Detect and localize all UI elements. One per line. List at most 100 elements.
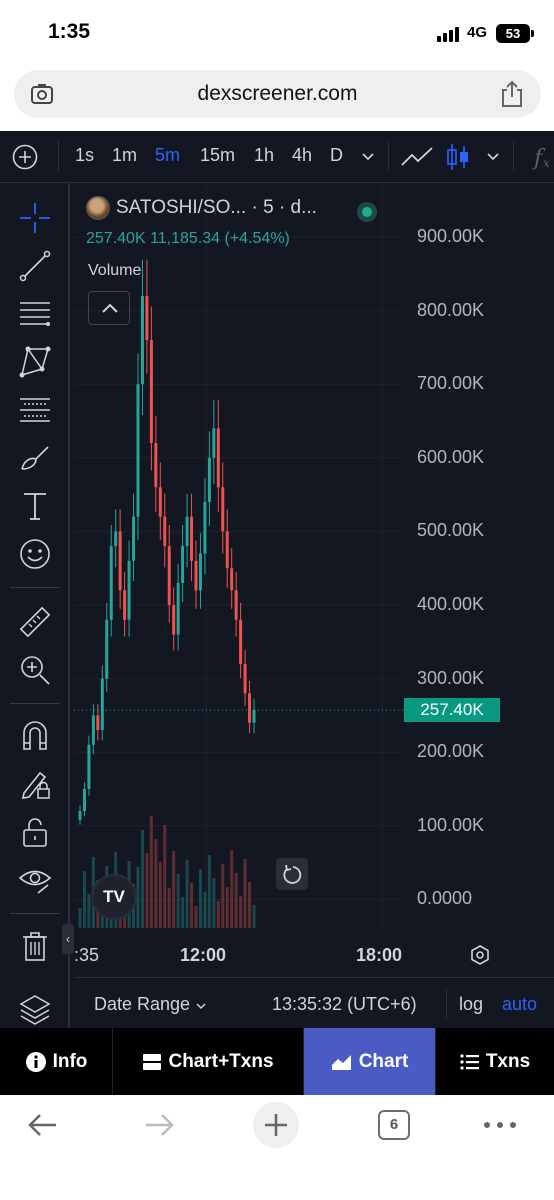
candle-body xyxy=(127,560,131,620)
volume-bar xyxy=(248,882,252,928)
chevron-down-icon[interactable] xyxy=(361,152,375,162)
candle-body xyxy=(207,457,211,502)
unlock-icon[interactable] xyxy=(18,815,52,849)
volume-bar xyxy=(230,850,234,928)
price-tick: 200.00K xyxy=(417,741,485,762)
price-tick: 900.00K xyxy=(417,226,485,246)
line-chart-icon[interactable] xyxy=(400,145,434,169)
price-tick: 800.00K xyxy=(417,299,485,320)
tab-txns[interactable]: Txns xyxy=(436,1028,554,1095)
network-label: 4G xyxy=(467,24,488,41)
url-text[interactable]: dexscreener.com xyxy=(14,82,541,106)
info-icon xyxy=(25,1051,46,1072)
volume-bar xyxy=(212,878,216,928)
projection-icon[interactable] xyxy=(18,393,52,427)
tab-count-button[interactable]: 6 xyxy=(378,1110,410,1140)
volume-bar xyxy=(181,897,185,928)
tab-info[interactable]: Info xyxy=(0,1028,113,1095)
lock-drawing-icon[interactable] xyxy=(18,767,52,801)
tab-chart[interactable]: Chart xyxy=(304,1028,436,1095)
interval-d[interactable]: D xyxy=(330,145,343,166)
fib-retracement-icon[interactable] xyxy=(18,297,52,331)
interval-1h[interactable]: 1h xyxy=(254,145,274,166)
chevron-down-icon[interactable] xyxy=(486,152,500,162)
pattern-icon[interactable] xyxy=(18,345,52,379)
log-scale-button[interactable]: log xyxy=(459,994,483,1015)
new-tab-button[interactable] xyxy=(253,1102,299,1148)
candle-body xyxy=(78,811,82,820)
chevron-down-icon xyxy=(196,1003,206,1010)
date-range-button[interactable]: Date Range xyxy=(94,994,207,1015)
price-tick: 700.00K xyxy=(417,373,485,394)
eye-icon[interactable] xyxy=(18,863,52,897)
text-icon[interactable] xyxy=(18,489,52,523)
candle-body xyxy=(216,428,220,488)
emoji-icon[interactable] xyxy=(18,537,52,571)
trash-icon[interactable] xyxy=(18,929,52,963)
trend-line-icon[interactable] xyxy=(18,249,52,283)
chart-txns-icon xyxy=(143,1053,162,1070)
add-symbol-icon[interactable] xyxy=(12,144,38,170)
candle-body xyxy=(109,546,113,620)
candle-body xyxy=(91,715,95,745)
interval-1s[interactable]: 1s xyxy=(75,145,94,166)
candle-body xyxy=(203,501,207,554)
candle-body xyxy=(230,568,234,591)
ruler-icon[interactable] xyxy=(18,605,52,639)
volume-bar xyxy=(203,892,207,928)
candle-body xyxy=(239,619,243,664)
share-icon[interactable] xyxy=(499,80,525,108)
volume-bar xyxy=(185,860,189,928)
layers-icon[interactable] xyxy=(18,993,52,1027)
zoom-in-icon[interactable] xyxy=(18,653,52,687)
interval-15m[interactable]: 15m xyxy=(200,145,235,166)
svg-text:x: x xyxy=(543,156,550,170)
volume-bar xyxy=(216,901,220,928)
more-icon[interactable] xyxy=(483,1121,517,1129)
interval-4h[interactable]: 4h xyxy=(292,145,312,166)
volume-bar xyxy=(172,851,176,928)
brush-icon[interactable] xyxy=(18,441,52,475)
price-tick: 500.00K xyxy=(417,520,485,541)
status-bar: 1:35 4G 53 xyxy=(0,0,554,66)
drawing-toolbar xyxy=(0,183,70,1043)
tab-chart-txns[interactable]: Chart+Txns xyxy=(113,1028,304,1095)
reset-chart-button[interactable] xyxy=(276,858,308,890)
candle-body xyxy=(149,340,153,444)
candle-body xyxy=(181,546,185,583)
pair-legend[interactable]: SATOSHI/SO... · 5 · d... xyxy=(86,196,317,220)
candle-body xyxy=(145,295,149,341)
volume-bar xyxy=(140,830,144,928)
candle-body xyxy=(243,663,247,694)
magnet-icon[interactable] xyxy=(18,719,52,753)
candle-body xyxy=(114,531,118,547)
settings-hex-icon[interactable] xyxy=(470,944,490,966)
candle-body xyxy=(105,619,109,679)
chevron-up-icon xyxy=(102,303,118,313)
tab-chart-txns-label: Chart+Txns xyxy=(168,1050,274,1072)
crosshair-icon[interactable] xyxy=(18,201,52,235)
date-range-label: Date Range xyxy=(94,994,191,1014)
time-tick: 18:00 xyxy=(356,945,403,965)
back-arrow-icon[interactable] xyxy=(26,1111,58,1139)
collapse-toolbar-tab[interactable]: ‹ xyxy=(62,924,74,954)
candle-body xyxy=(87,744,91,789)
indicators-icon[interactable]: f x xyxy=(530,143,554,171)
collapse-legend-button[interactable] xyxy=(88,291,130,325)
url-bar[interactable]: dexscreener.com xyxy=(14,70,541,118)
candle-body xyxy=(198,553,202,591)
interval-5m[interactable]: 5m xyxy=(155,145,180,166)
current-price: 257.40K xyxy=(86,230,146,247)
tradingview-logo[interactable]: TV xyxy=(91,874,137,920)
auto-scale-button[interactable]: auto xyxy=(502,994,537,1015)
chart-app: 1s 1m 5m 15m 1h 4h D f x SATOSHI/SO... ·… xyxy=(0,131,554,1095)
candlestick-icon[interactable] xyxy=(446,142,470,172)
volume-bar xyxy=(163,825,167,928)
time-tick: :35 xyxy=(74,945,100,965)
candle-body xyxy=(96,715,100,731)
price-axis[interactable]: 900.00K 800.00K 700.00K 600.00K 500.00K 400.0… xyxy=(404,183,554,928)
timezone-button[interactable]: 13:35:32 (UTC+6) xyxy=(272,994,417,1015)
tool-divider xyxy=(10,703,60,704)
interval-1m[interactable]: 1m xyxy=(112,145,137,166)
forward-arrow-icon[interactable] xyxy=(144,1111,176,1139)
